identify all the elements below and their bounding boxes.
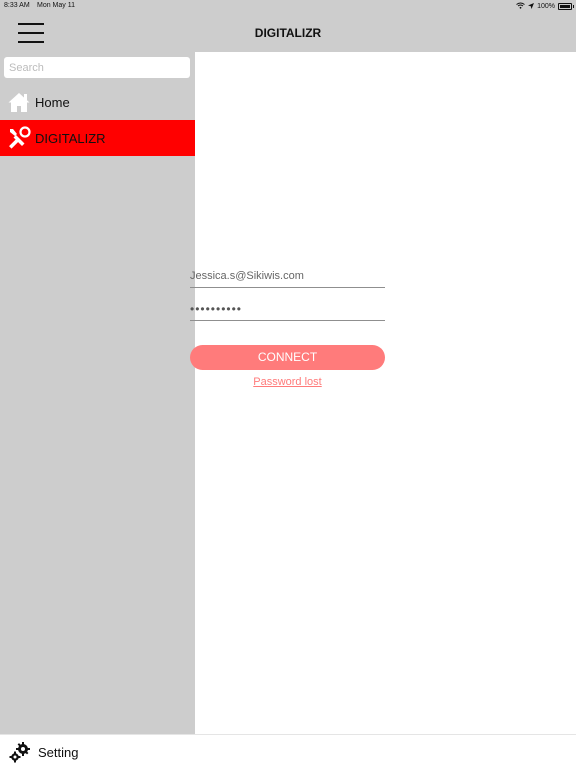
setting-label: Setting xyxy=(38,744,79,760)
status-date: Mon May 11 xyxy=(37,2,75,9)
search-input[interactable] xyxy=(4,57,190,78)
page-title: DIGITALIZR xyxy=(254,26,322,40)
sidebar-item-digitalizr[interactable]: DIGITALIZR xyxy=(0,120,195,156)
status-bar: 8:33 AM Mon May 11 100% xyxy=(0,0,576,12)
hamburger-icon xyxy=(18,23,44,25)
sidebar-item-label: DIGITALIZR xyxy=(35,130,106,146)
password-field[interactable]: •••••••••• xyxy=(190,298,385,321)
sidebar-item-label: Home xyxy=(35,94,70,110)
battery-percent: 100% xyxy=(537,3,555,10)
sidebar: Home DIGITALIZR xyxy=(0,52,195,734)
status-time: 8:33 AM xyxy=(4,2,30,9)
battery-icon xyxy=(558,3,574,10)
gears-icon xyxy=(8,740,32,764)
setting-bar[interactable]: Setting xyxy=(0,734,576,769)
wifi-icon xyxy=(516,2,525,11)
hamburger-icon-line xyxy=(18,41,44,43)
navigation-bar: DIGITALIZR xyxy=(0,12,576,52)
location-arrow-icon xyxy=(528,2,535,11)
status-right: 100% xyxy=(516,2,574,11)
sidebar-item-home[interactable]: Home xyxy=(0,84,195,120)
password-lost-link[interactable]: Password lost xyxy=(190,376,385,388)
email-field[interactable]: Jessica.s@Sikiwis.com xyxy=(190,265,385,288)
connect-button[interactable]: CONNECT xyxy=(190,345,385,370)
tools-icon xyxy=(7,126,31,150)
home-icon xyxy=(7,90,31,114)
